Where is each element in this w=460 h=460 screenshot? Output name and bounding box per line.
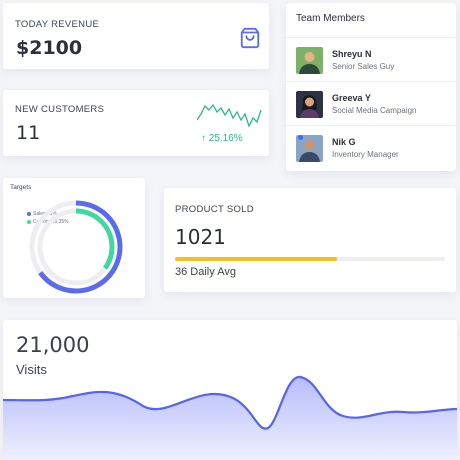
avatar — [296, 91, 323, 118]
daily-avg: 36 Daily Avg — [175, 266, 236, 278]
team-member[interactable]: Shreyu N Senior Sales Guy — [286, 38, 456, 82]
new-customers-label: NEW CUSTOMERS — [15, 104, 105, 115]
team-members-title: Team Members — [286, 3, 456, 38]
targets-card: Targets Sales 65% Customers 35% — [3, 178, 145, 298]
product-sold-card: PRODUCT SOLD 1021 36 Daily Avg — [164, 188, 456, 292]
member-name: Nik G — [332, 137, 356, 147]
product-sold-value: 1021 — [175, 225, 226, 249]
visits-value: 21,000 — [16, 333, 90, 357]
product-sold-label: PRODUCT SOLD — [175, 204, 254, 215]
member-name: Shreyu N — [332, 49, 372, 59]
product-sold-progress — [175, 257, 445, 261]
today-revenue-label: TODAY REVENUE — [15, 19, 100, 30]
member-name: Greeva Y — [332, 93, 371, 103]
team-member[interactable]: Nik G Inventory Manager — [286, 126, 456, 170]
targets-title: Targets — [10, 184, 32, 191]
team-member[interactable]: Greeva Y Social Media Campaign — [286, 82, 456, 126]
online-status-icon — [298, 135, 303, 140]
today-revenue-value: $2100 — [16, 37, 83, 59]
shopping-bag-icon[interactable] — [239, 27, 261, 49]
targets-radial-chart — [29, 200, 123, 294]
visits-label: Visits — [16, 362, 47, 377]
today-revenue-card: TODAY REVENUE $2100 — [3, 3, 269, 69]
customers-sparkline — [197, 103, 262, 128]
customers-change: ↑ 25.16% — [201, 133, 243, 144]
team-members-card: Team Members Shreyu N Senior Sales Guy G… — [286, 3, 456, 171]
visits-card: 21,000 Visits — [3, 320, 457, 460]
member-role: Senior Sales Guy — [332, 62, 395, 71]
new-customers-card: NEW CUSTOMERS 11 ↑ 25.16% — [3, 90, 269, 156]
member-role: Social Media Campaign — [332, 106, 417, 115]
avatar — [296, 47, 323, 74]
member-role: Inventory Manager — [332, 150, 399, 159]
new-customers-value: 11 — [16, 122, 41, 144]
progress-fill — [175, 257, 337, 261]
